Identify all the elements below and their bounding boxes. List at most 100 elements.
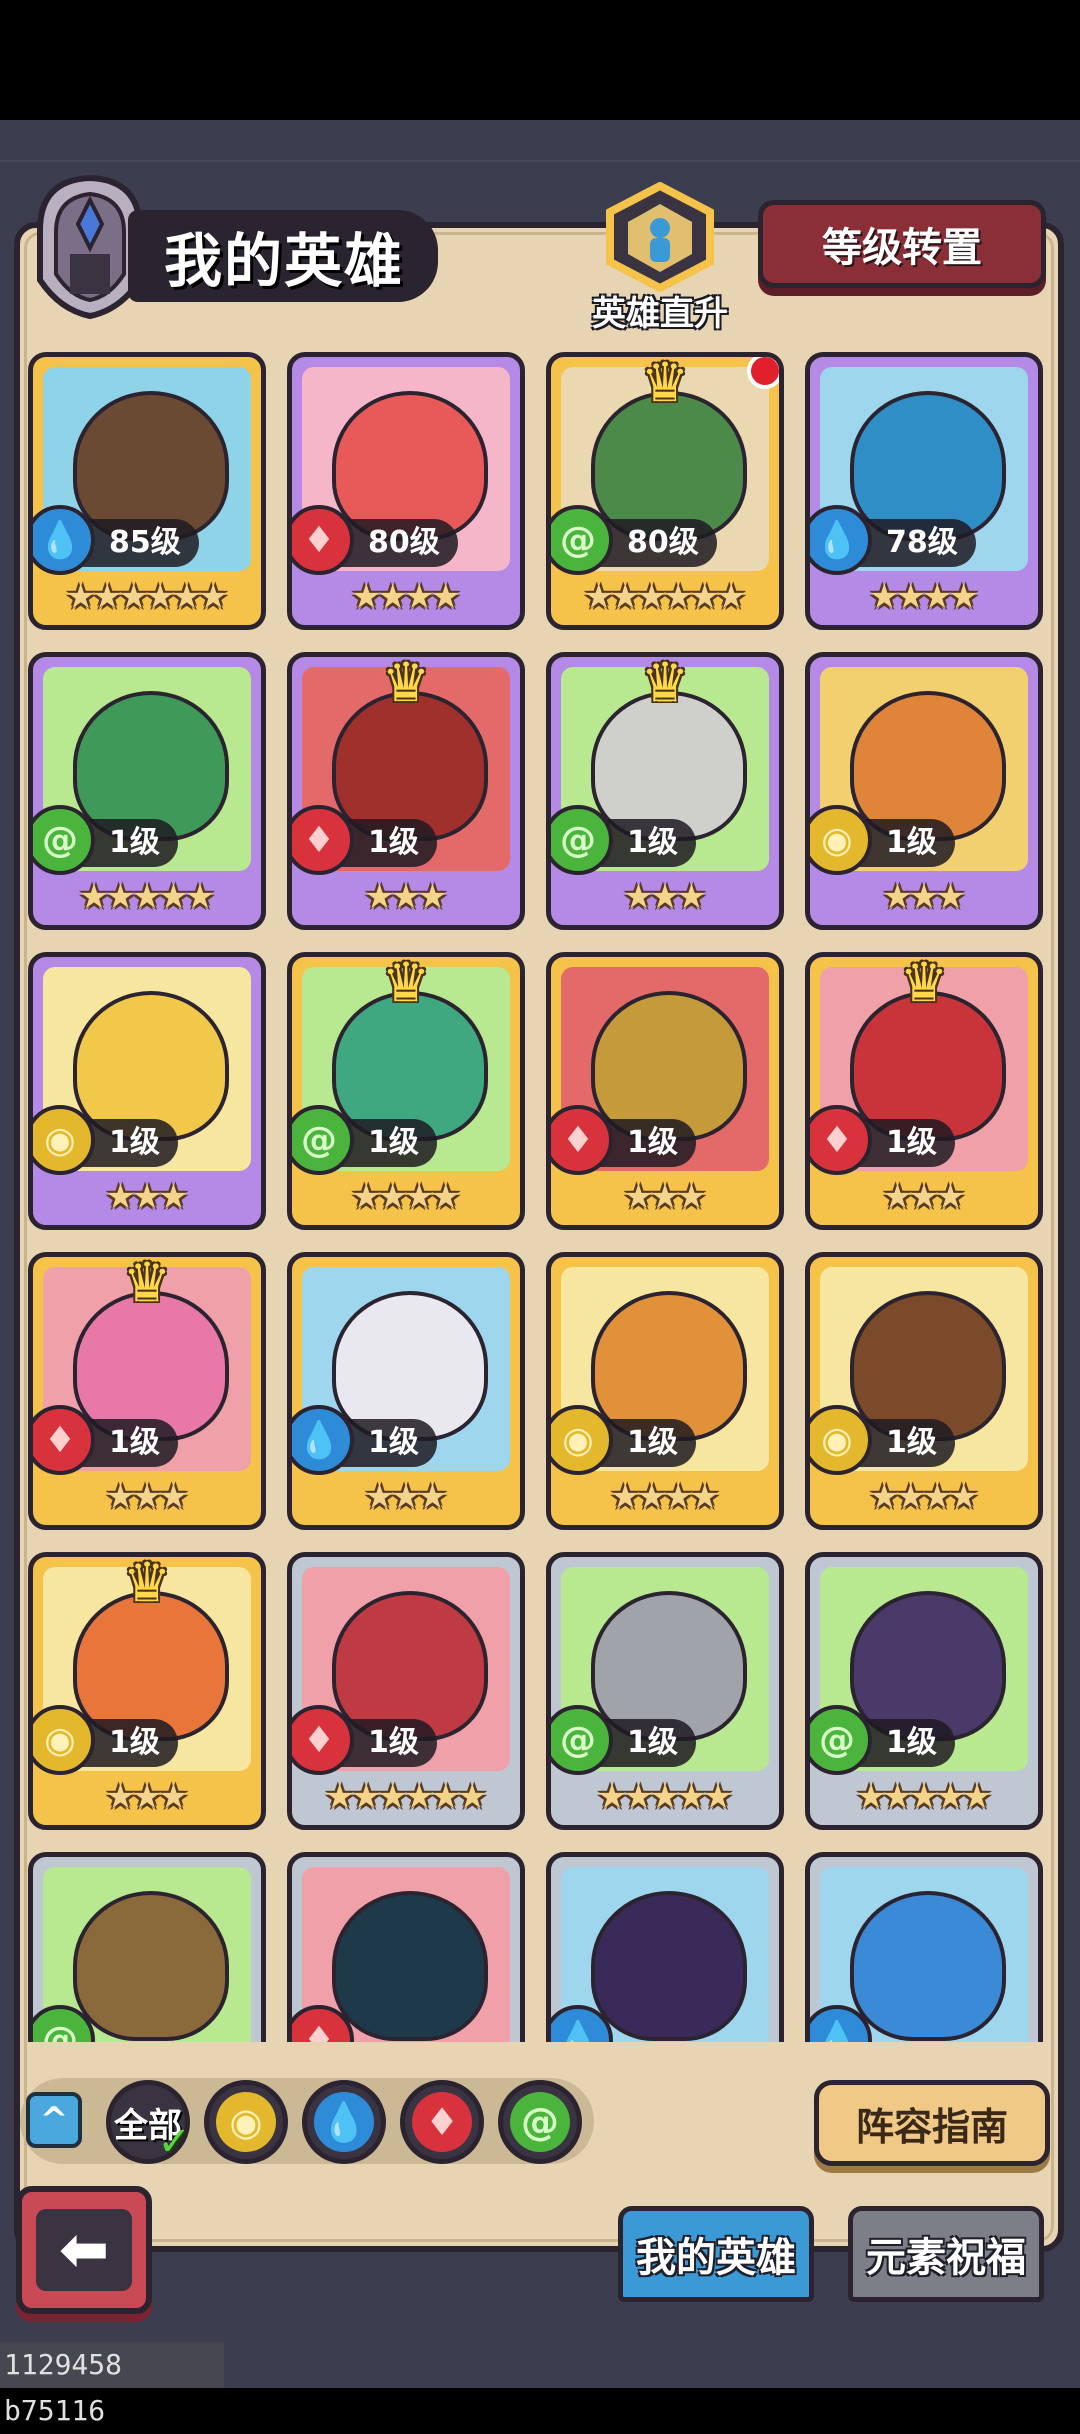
- hero-card[interactable]: ♛ 1级 @ ★ ★ ★: [546, 652, 784, 930]
- star-rating: ★ ★ ★: [816, 1175, 1032, 1219]
- hero-level: 78级: [856, 519, 976, 567]
- hero-card[interactable]: ♛ 1级 ♦ ★ ★ ★: [805, 952, 1043, 1230]
- star-rating: ★ ★ ★ ★ ★: [39, 875, 255, 919]
- hero-card[interactable]: ♛ 1级 ♦ ★ ★ ★: [28, 1252, 266, 1530]
- hero-card[interactable]: 💧: [546, 1852, 784, 2042]
- star-rating: ★ ★ ★ ★ ★: [816, 1775, 1032, 1819]
- crown-icon: ♛: [381, 652, 431, 714]
- star-icon: ★: [197, 577, 229, 617]
- hero-card[interactable]: ♛ 80级 @ ★ ★ ★ ★ ★ ★: [546, 352, 784, 630]
- fire-element-icon: ♦: [551, 1105, 613, 1175]
- star-rating: ★ ★ ★ ★ ★: [557, 1775, 773, 1819]
- tab-my-heroes-label: 我的英雄: [636, 2235, 796, 2281]
- hero-card[interactable]: 1级 @ ★ ★ ★ ★ ★: [28, 652, 266, 930]
- star-rating: ★ ★ ★ ★: [816, 575, 1032, 619]
- star-icon: ★: [158, 1477, 189, 1517]
- filter-wind-button[interactable]: @: [498, 2080, 582, 2164]
- star-rating: ★ ★ ★: [298, 1475, 514, 1519]
- hero-card[interactable]: 1级 ◉ ★ ★ ★ ★: [546, 1252, 784, 1530]
- hero-face: [73, 1891, 229, 2041]
- hero-promote-button[interactable]: 英雄直升: [580, 181, 740, 334]
- star-icon: ★: [430, 1177, 461, 1217]
- star-icon: ★: [948, 1477, 979, 1517]
- fire-element-icon: ♦: [810, 1105, 872, 1175]
- star-icon: ★: [184, 877, 216, 917]
- hero-card[interactable]: 85级 💧 ★ ★ ★ ★ ★ ★: [28, 352, 266, 630]
- star-rating: ★ ★ ★: [39, 1175, 255, 1219]
- star-icon: ★: [417, 877, 448, 917]
- star-rating: ★ ★ ★ ★: [298, 575, 514, 619]
- hero-level: 80级: [597, 519, 717, 567]
- wind-element-icon: @: [810, 1705, 872, 1775]
- wind-element-icon: @: [33, 805, 95, 875]
- hero-card[interactable]: 1级 ◉ ★ ★ ★ ★: [805, 1252, 1043, 1530]
- water-element-icon: 💧: [292, 1405, 354, 1475]
- tab-my-heroes[interactable]: 我的英雄: [618, 2206, 814, 2302]
- lineup-guide-button[interactable]: 阵容指南: [814, 2080, 1050, 2166]
- hero-card[interactable]: @: [28, 1852, 266, 2042]
- filter-fire-button[interactable]: ♦: [400, 2080, 484, 2164]
- hero-card[interactable]: 1级 @ ★ ★ ★ ★ ★: [805, 1552, 1043, 1830]
- crown-icon: ♛: [381, 952, 431, 1014]
- crown-icon: ♛: [899, 952, 949, 1014]
- filter-water-button[interactable]: 💧: [302, 2080, 386, 2164]
- star-icon: ★: [676, 877, 707, 917]
- crown-icon: ♛: [640, 652, 690, 714]
- filter-all-button[interactable]: 全部 ✓: [106, 2080, 191, 2165]
- promote-badge-icon: [606, 181, 714, 293]
- hero-grid[interactable]: 85级 💧 ★ ★ ★ ★ ★ ★ 80级 ♦ ★ ★ ★ ★ ♛ 80级 @ ★ ★ ★ ★ ★ ★ 78级 💧 ★ ★ ★ ★ 1级 @…: [28, 352, 1048, 2042]
- fire-element-icon: ♦: [33, 1405, 95, 1475]
- hero-card[interactable]: 💧: [805, 1852, 1043, 2042]
- hero-level: 80级: [338, 519, 458, 567]
- earth-element-icon: ◉: [216, 2092, 276, 2152]
- star-rating: ★ ★ ★ ★: [557, 1475, 773, 1519]
- hero-card[interactable]: 78级 💧 ★ ★ ★ ★: [805, 352, 1043, 630]
- fire-element-icon: ♦: [292, 1705, 354, 1775]
- star-rating: ★ ★ ★ ★ ★ ★: [298, 1775, 514, 1819]
- wind-element-icon: @: [551, 1705, 613, 1775]
- back-button[interactable]: ⬅: [16, 2186, 152, 2314]
- earth-element-icon: ◉: [33, 1105, 95, 1175]
- water-element-icon: 💧: [33, 505, 95, 575]
- promote-label: 英雄直升: [592, 294, 728, 334]
- hero-card[interactable]: 1级 ◉ ★ ★ ★: [805, 652, 1043, 930]
- star-icon: ★: [456, 1777, 488, 1817]
- hero-card[interactable]: ♛ 1级 ◉ ★ ★ ★: [28, 1552, 266, 1830]
- collapse-toggle-button[interactable]: ^: [26, 2092, 82, 2148]
- star-icon: ★: [935, 877, 966, 917]
- star-icon: ★: [935, 1177, 966, 1217]
- hero-card[interactable]: 1级 ◉ ★ ★ ★: [28, 952, 266, 1230]
- earth-element-icon: ◉: [810, 805, 872, 875]
- hero-card[interactable]: ♦: [287, 1852, 525, 2042]
- star-rating: ★ ★ ★: [39, 1475, 255, 1519]
- star-icon: ★: [948, 577, 979, 617]
- hero-face: [591, 1891, 747, 2041]
- tab-element-blessing[interactable]: 元素祝福: [848, 2206, 1044, 2302]
- hero-card[interactable]: 1级 @ ★ ★ ★ ★ ★: [546, 1552, 784, 1830]
- star-icon: ★: [676, 1177, 707, 1217]
- hero-face: [332, 1891, 488, 2041]
- star-icon: ★: [961, 1777, 993, 1817]
- filter-earth-button[interactable]: ◉: [204, 2080, 288, 2164]
- fire-element-icon: ♦: [292, 805, 354, 875]
- hero-card[interactable]: ♛ 1级 ♦ ★ ★ ★: [287, 652, 525, 930]
- hero-level: 85级: [79, 519, 199, 567]
- hero-card[interactable]: 1级 💧 ★ ★ ★: [287, 1252, 525, 1530]
- page-title: 我的英雄: [164, 227, 405, 295]
- hero-card[interactable]: 1级 ♦ ★ ★ ★: [546, 952, 784, 1230]
- hero-card[interactable]: 80级 ♦ ★ ★ ★ ★: [287, 352, 525, 630]
- hero-card[interactable]: ♛ 1级 @ ★ ★ ★ ★: [287, 952, 525, 1230]
- crown-icon: ♛: [122, 1252, 172, 1314]
- star-icon: ★: [715, 577, 747, 617]
- hero-card[interactable]: 1级 ♦ ★ ★ ★ ★ ★ ★: [287, 1552, 525, 1830]
- star-icon: ★: [702, 1777, 734, 1817]
- lineup-guide-label: 阵容指南: [855, 2104, 1008, 2149]
- star-icon: ★: [158, 1177, 189, 1217]
- level-transfer-button[interactable]: 等级转置: [758, 200, 1046, 288]
- tab-element-blessing-label: 元素祝福: [866, 2235, 1026, 2281]
- earth-element-icon: ◉: [551, 1405, 613, 1475]
- star-rating: ★ ★ ★ ★ ★ ★: [557, 575, 773, 619]
- chevron-up-icon: ^: [39, 2100, 69, 2140]
- wind-element-icon: @: [292, 1105, 354, 1175]
- star-rating: ★ ★ ★ ★: [816, 1475, 1032, 1519]
